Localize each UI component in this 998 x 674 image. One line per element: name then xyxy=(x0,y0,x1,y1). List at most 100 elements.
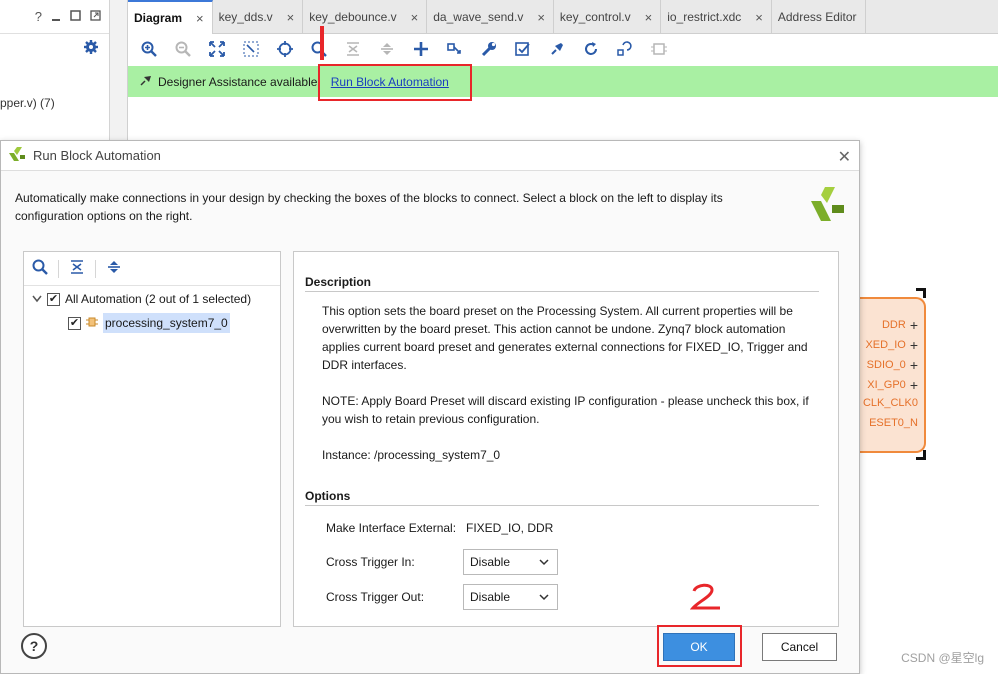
port-fixed-io[interactable]: XED_IO + xyxy=(865,337,918,353)
cross-trigger-out-label: Cross Trigger Out: xyxy=(326,590,425,604)
cross-trigger-out-select[interactable]: Disable xyxy=(463,584,558,610)
close-icon[interactable]: × xyxy=(755,10,763,25)
dialog-title: Run Block Automation xyxy=(33,148,161,163)
expand-all-icon[interactable] xyxy=(106,259,122,278)
configuration-panel: Description This option sets the board p… xyxy=(293,251,839,627)
tree-item-label: processing_system7_0 xyxy=(103,313,230,333)
help-icon[interactable]: ? xyxy=(35,9,42,24)
selection-corner xyxy=(916,450,926,460)
divider xyxy=(305,291,819,292)
select-value: Disable xyxy=(470,590,511,604)
validate-icon[interactable] xyxy=(512,38,534,60)
tab-da-wave-send[interactable]: da_wave_send.v × xyxy=(427,0,554,34)
make-external-label: Make Interface External: xyxy=(326,521,457,535)
processing-system-block[interactable]: DDR + XED_IO + SDIO_0 + XI_GP0 + CLK_CLK0 ES… xyxy=(860,297,926,453)
float-icon[interactable] xyxy=(90,9,101,24)
tab-label: Diagram xyxy=(134,11,183,25)
annotation-mark-2 xyxy=(690,583,720,610)
search-icon[interactable] xyxy=(308,38,330,60)
add-ip-icon[interactable] xyxy=(410,38,432,60)
close-icon[interactable]: × xyxy=(537,10,545,25)
tree-root-all-automation[interactable]: ✔ All Automation (2 out of 1 selected) xyxy=(32,292,251,306)
description-heading: Description xyxy=(305,275,372,289)
close-icon[interactable]: × xyxy=(196,11,204,26)
close-icon[interactable]: × xyxy=(645,10,653,25)
tab-label: key_debounce.v xyxy=(309,10,397,24)
chevron-down-icon[interactable] xyxy=(32,292,42,306)
cross-trigger-in-label: Cross Trigger In: xyxy=(326,555,415,569)
tab-diagram[interactable]: Diagram × xyxy=(128,0,213,34)
dialog-intro-text: Automatically make connections in your d… xyxy=(15,191,723,223)
center-icon[interactable] xyxy=(274,38,296,60)
tree-root-label: All Automation (2 out of 1 selected) xyxy=(65,292,252,306)
diagram-toolbar xyxy=(128,34,998,64)
cross-trigger-in-select[interactable]: Disable xyxy=(463,549,558,575)
make-connection-icon[interactable] xyxy=(444,38,466,60)
tab-label: io_restrict.xdc xyxy=(667,10,742,24)
fit-view-icon[interactable] xyxy=(206,38,228,60)
collapse-all-icon[interactable] xyxy=(342,38,364,60)
close-icon[interactable]: × xyxy=(411,10,419,25)
panel-toolbar xyxy=(0,34,109,64)
toolbar-separator xyxy=(95,259,96,278)
divider xyxy=(305,505,819,506)
all-automation-checkbox[interactable]: ✔ xyxy=(47,292,60,306)
tab-label: da_wave_send.v xyxy=(433,10,524,24)
tab-key-control[interactable]: key_control.v × xyxy=(554,0,662,34)
maximize-icon[interactable] xyxy=(70,9,81,24)
tab-key-dds[interactable]: key_dds.v × xyxy=(213,0,304,34)
close-icon[interactable]: × xyxy=(287,10,295,25)
vivado-logo-icon xyxy=(9,147,25,164)
tab-address-editor[interactable]: Address Editor xyxy=(772,0,866,34)
pin-icon[interactable] xyxy=(546,38,568,60)
minimize-icon[interactable] xyxy=(51,9,61,24)
source-tree-item[interactable]: pper.v) (7) xyxy=(0,96,55,110)
designer-assistance-bar: Designer Assistance available. Run Block… xyxy=(128,66,998,97)
description-note: NOTE: Apply Board Preset will discard ex… xyxy=(322,394,809,426)
toolbar-separator xyxy=(58,259,59,278)
collapse-all-icon[interactable] xyxy=(69,259,85,278)
port-ddr[interactable]: DDR + xyxy=(882,317,918,333)
vivado-logo-icon xyxy=(811,187,845,226)
port-sdio[interactable]: SDIO_0 + xyxy=(867,357,918,373)
tab-io-restrict[interactable]: io_restrict.xdc × xyxy=(661,0,772,34)
tree-toolbar xyxy=(24,252,280,286)
expand-all-icon[interactable] xyxy=(376,38,398,60)
select-value: Disable xyxy=(470,555,511,569)
refresh-icon[interactable] xyxy=(580,38,602,60)
gear-icon[interactable] xyxy=(83,39,99,59)
description-text: This option sets the board preset on the… xyxy=(322,302,822,482)
port-fclk-reset0-n[interactable]: ESET0_N xyxy=(869,417,918,429)
zoom-out-icon[interactable] xyxy=(172,38,194,60)
port-axi-gp0[interactable]: XI_GP0 + xyxy=(867,377,918,393)
help-button[interactable]: ? xyxy=(21,633,47,659)
description-paragraph: This option sets the board preset on the… xyxy=(322,304,808,372)
watermark: CSDN @星空lg xyxy=(901,651,984,665)
regenerate-layout-icon[interactable] xyxy=(614,38,636,60)
close-icon[interactable]: ✕ xyxy=(838,147,851,167)
selection-corner xyxy=(916,288,926,298)
make-external-value: FIXED_IO, DDR xyxy=(466,521,554,535)
assist-message: Designer Assistance available. xyxy=(158,74,321,89)
automation-tree-panel: ✔ All Automation (2 out of 1 selected) ✔… xyxy=(23,251,281,627)
ip-block-icon xyxy=(86,316,98,331)
annotation-box-link xyxy=(318,64,472,101)
chevron-down-icon xyxy=(539,555,549,569)
port-fclk-clk0[interactable]: CLK_CLK0 xyxy=(863,397,918,409)
tree-item-processing-system[interactable]: ✔ processing_system7_0 xyxy=(68,313,230,333)
comment-icon[interactable] xyxy=(648,38,670,60)
description-instance: Instance: /processing_system7_0 xyxy=(322,448,501,462)
options-heading: Options xyxy=(305,489,351,503)
run-block-automation-dialog: Run Block Automation ✕ Automatically mak… xyxy=(0,140,860,674)
annotation-box-ok xyxy=(657,625,742,667)
cancel-button[interactable]: Cancel xyxy=(762,633,837,661)
processing-system-checkbox[interactable]: ✔ xyxy=(68,316,81,330)
editor-tab-bar: Diagram × key_dds.v × key_debounce.v × da_w… xyxy=(128,0,998,34)
panel-header: ? xyxy=(0,0,109,34)
dialog-titlebar[interactable]: Run Block Automation ✕ xyxy=(1,141,859,171)
wrench-icon[interactable] xyxy=(478,38,500,60)
zoom-in-icon[interactable] xyxy=(138,38,160,60)
search-icon[interactable] xyxy=(32,259,48,278)
zoom-area-icon[interactable] xyxy=(240,38,262,60)
tab-label: key_dds.v xyxy=(218,10,273,24)
